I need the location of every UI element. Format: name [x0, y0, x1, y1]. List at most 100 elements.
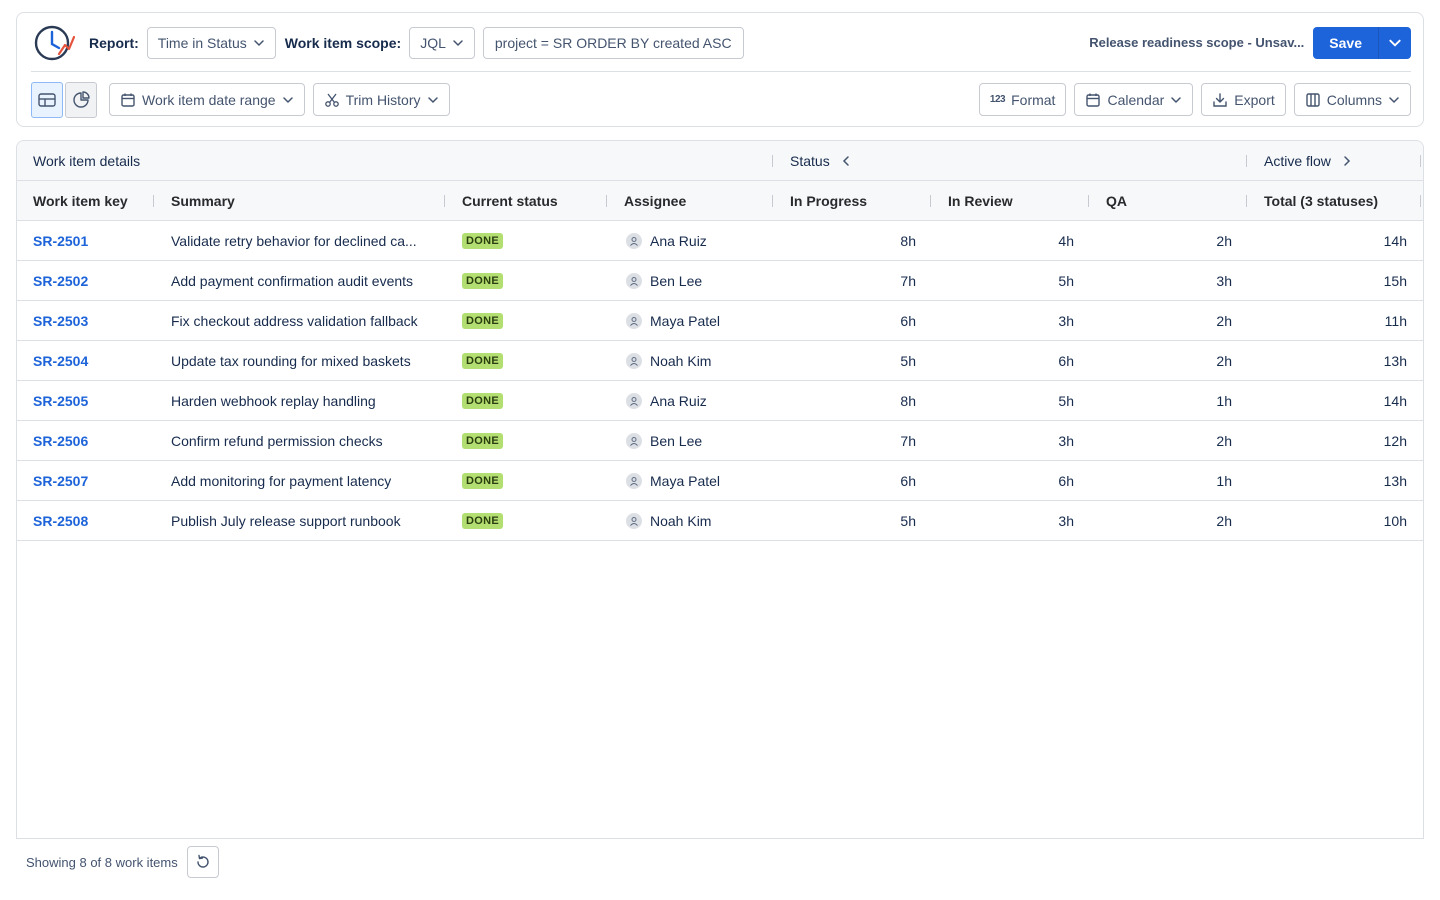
work-item-key-link[interactable]: SR-2503 [33, 313, 88, 329]
calendar-icon [1086, 93, 1101, 107]
table-row[interactable]: SR-2502 Add payment confirmation audit ev… [17, 261, 1423, 301]
work-item-key-cell: SR-2504 [33, 341, 153, 381]
assignee-cell: Noah Kim [626, 341, 766, 381]
assignee-cell: Maya Patel [626, 301, 766, 341]
summary-text: Validate retry behavior for declined ca.… [171, 233, 417, 249]
avatar [626, 433, 642, 449]
qa-cell: 1h [1216, 393, 1232, 409]
column-group-header: Work item details Status Active flow [17, 141, 1423, 181]
scope-label: Work item scope: [284, 34, 402, 51]
export-button[interactable]: Export [1201, 83, 1286, 116]
summary-cell: Confirm refund permission checks [171, 421, 433, 461]
status-badge: DONE [462, 353, 503, 369]
column-header-assignee[interactable]: Assignee [624, 181, 764, 221]
summary-text: Confirm refund permission checks [171, 433, 383, 449]
work-item-key-link[interactable]: SR-2507 [33, 473, 88, 489]
qa-cell: 2h [1216, 233, 1232, 249]
status-badge: DONE [462, 433, 503, 449]
table-view-icon [38, 92, 56, 107]
total-cell: 13h [1383, 353, 1407, 369]
summary-cell: Add payment confirmation audit events [171, 261, 433, 301]
chevron-down-icon [1171, 96, 1182, 103]
in-review-cell: 6h [1058, 473, 1074, 489]
in-review-cell: 4h [1058, 233, 1074, 249]
summary-cell: Publish July release support runbook [171, 501, 433, 541]
work-item-key-cell: SR-2508 [33, 501, 153, 541]
save-options-button[interactable] [1379, 26, 1411, 59]
group-status-label: Status [790, 153, 830, 169]
export-label: Export [1234, 91, 1275, 108]
summary-cell: Validate retry behavior for declined ca.… [171, 221, 433, 261]
save-button[interactable]: Save [1313, 26, 1379, 59]
scope-mode-dropdown[interactable]: JQL [409, 26, 475, 59]
assignee-name: Ben Lee [650, 433, 703, 449]
table-view-button[interactable] [31, 81, 63, 118]
qa-cell: 2h [1216, 353, 1232, 369]
in-review-cell: 5h [1058, 393, 1074, 409]
qa-cell: 2h [1216, 313, 1232, 329]
status-badge: DONE [462, 513, 503, 529]
jql-query-input[interactable]: project = SR ORDER BY created ASC [482, 26, 744, 59]
column-header-summary[interactable]: Summary [171, 181, 441, 221]
format-button[interactable]: 123 Format [978, 83, 1067, 116]
current-status-cell: DONE [462, 341, 602, 381]
chevron-down-icon [427, 96, 438, 103]
work-item-key-link[interactable]: SR-2502 [33, 273, 88, 289]
chevron-right-icon[interactable] [1341, 155, 1353, 167]
total-cell: 15h [1383, 273, 1407, 289]
table-row[interactable]: SR-2507 Add monitoring for payment latenc… [17, 461, 1423, 501]
scope-name: Release readiness scope - Unsav... [1089, 35, 1305, 50]
calendar-dropdown[interactable]: Calendar [1074, 83, 1194, 116]
in-review-cell: 3h [1058, 313, 1074, 329]
work-item-key-link[interactable]: SR-2501 [33, 233, 88, 249]
work-item-key-link[interactable]: SR-2505 [33, 393, 88, 409]
column-header-in-review[interactable]: In Review [948, 181, 1088, 221]
table-footer: Showing 8 of 8 work items [16, 838, 1424, 886]
report-type-value: Time in Status [157, 34, 247, 51]
summary-cell: Add monitoring for payment latency [171, 461, 433, 501]
chart-view-button[interactable] [65, 81, 97, 118]
qa-cell: 1h [1216, 473, 1232, 489]
avatar [626, 233, 642, 249]
pie-chart-icon [73, 90, 90, 108]
in-progress-cell: 5h [900, 353, 916, 369]
column-header-key[interactable]: Work item key [33, 181, 153, 221]
table-row[interactable]: SR-2508 Publish July release support runb… [17, 501, 1423, 541]
assignee-name: Ben Lee [650, 273, 703, 289]
table-row[interactable]: SR-2503 Fix checkout address validation f… [17, 301, 1423, 341]
status-badge: DONE [462, 313, 503, 329]
column-header-total[interactable]: Total (3 statuses) [1264, 181, 1414, 221]
work-item-key-link[interactable]: SR-2508 [33, 513, 88, 529]
total-cell: 14h [1383, 233, 1407, 249]
table-row[interactable]: SR-2506 Confirm refund permission checks D… [17, 421, 1423, 461]
refresh-button[interactable] [186, 846, 219, 878]
table-row[interactable]: SR-2504 Update tax rounding for mixed bas… [17, 341, 1423, 381]
avatar [626, 353, 642, 369]
status-badge: DONE [462, 393, 503, 409]
report-label: Report: [89, 34, 139, 51]
in-progress-cell: 6h [900, 473, 916, 489]
column-header-qa[interactable]: QA [1106, 181, 1246, 221]
report-type-dropdown[interactable]: Time in Status [146, 26, 276, 59]
trim-history-dropdown[interactable]: Trim History [312, 83, 450, 116]
chevron-left-icon[interactable] [840, 155, 852, 167]
work-item-key-link[interactable]: SR-2504 [33, 353, 88, 369]
work-item-key-cell: SR-2506 [33, 421, 153, 461]
format-label: Format [1011, 91, 1056, 108]
status-badge: DONE [462, 473, 503, 489]
columns-dropdown[interactable]: Columns [1293, 83, 1411, 116]
column-header-current-status[interactable]: Current status [462, 181, 602, 221]
date-range-dropdown[interactable]: Work item date range [109, 83, 305, 116]
work-item-key-cell: SR-2503 [33, 301, 153, 341]
report-config-row: Report: Time in Status Work item scope: … [17, 13, 1423, 72]
group-details-label: Work item details [33, 153, 141, 169]
qa-cell: 2h [1216, 513, 1232, 529]
table-row[interactable]: SR-2501 Validate retry behavior for decli… [17, 221, 1423, 261]
summary-text: Fix checkout address validation fallback [171, 313, 418, 329]
column-header-in-progress[interactable]: In Progress [790, 181, 930, 221]
in-progress-cell: 7h [900, 433, 916, 449]
table-row[interactable]: SR-2505 Harden webhook replay handling DON… [17, 381, 1423, 421]
qa-cell: 3h [1216, 273, 1232, 289]
calendar-label: Calendar [1107, 91, 1165, 108]
work-item-key-link[interactable]: SR-2506 [33, 433, 88, 449]
